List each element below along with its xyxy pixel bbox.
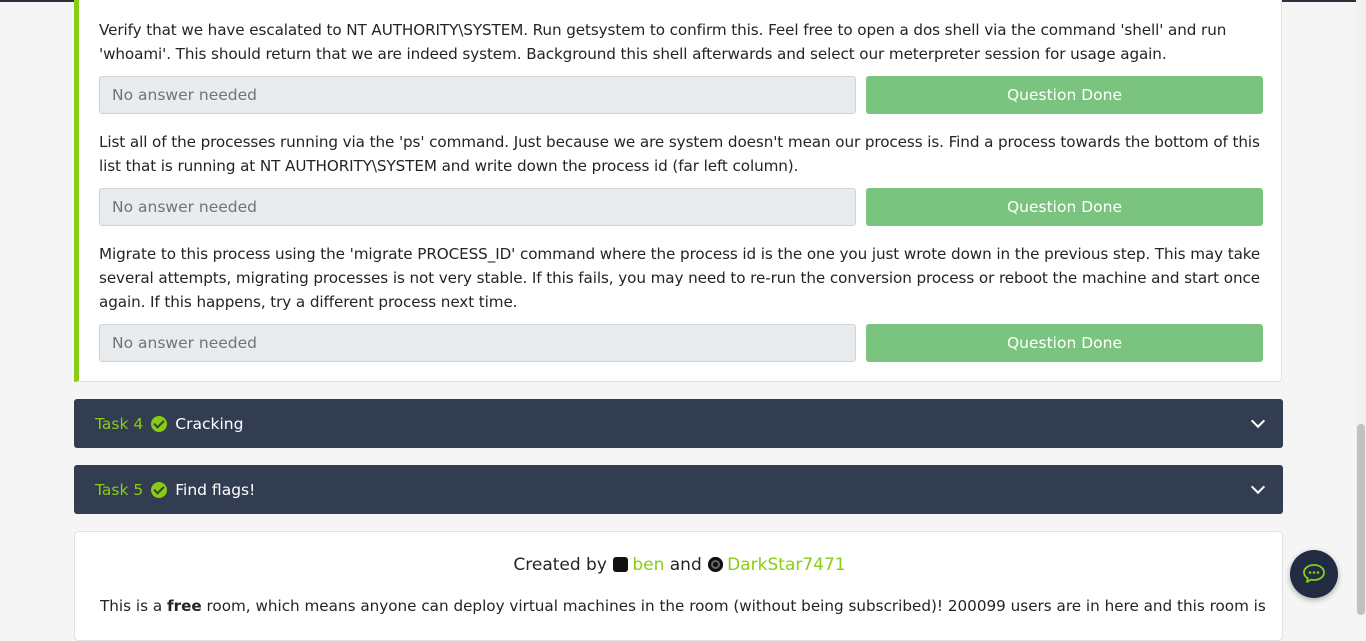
question-1-answer-input[interactable]	[99, 76, 856, 114]
question-2-text: List all of the processes running via th…	[99, 133, 1260, 175]
question-1-done-button[interactable]: Question Done	[866, 76, 1263, 114]
task-4-header[interactable]: Task 4 Cracking	[74, 399, 1283, 448]
author-1-avatar	[613, 557, 629, 572]
author-1-link[interactable]: ben	[632, 555, 664, 575]
question-1-text: Verify that we have escalated to NT AUTH…	[99, 21, 1227, 63]
credits-joiner: and	[669, 555, 702, 575]
task-5-header[interactable]: Task 5 Find flags!	[74, 465, 1283, 514]
task-5-number: Task 5	[95, 480, 144, 499]
task-5-title: Find flags!	[175, 480, 256, 499]
question-2-answer-input[interactable]	[99, 188, 856, 226]
check-circle-icon	[151, 481, 168, 498]
room-info-free: free	[166, 597, 202, 615]
check-circle-icon	[151, 415, 168, 432]
task-4-title: Cracking	[175, 414, 244, 433]
credits-prefix: Created by	[513, 555, 607, 575]
author-2-avatar	[708, 557, 724, 572]
question-3-answer-input[interactable]	[99, 324, 856, 362]
room-credits-card: Created by ben and DarkStar7471 This is …	[74, 531, 1283, 641]
author-2-link[interactable]: DarkStar7471	[727, 555, 845, 575]
task-4-number: Task 4	[95, 414, 144, 433]
chevron-down-icon[interactable]	[1250, 479, 1266, 495]
chat-support-button[interactable]	[1290, 550, 1338, 598]
question-3-done-button[interactable]: Question Done	[866, 324, 1263, 362]
chat-bubble-icon	[1303, 564, 1325, 583]
credits-line: Created by ben and DarkStar7471	[75, 555, 1284, 575]
question-2-done-button[interactable]: Question Done	[866, 188, 1263, 226]
room-info-suffix: room, which means anyone can deploy virt…	[201, 597, 1270, 615]
page-scrollbar-thumb[interactable]	[1357, 424, 1365, 615]
question-3-text: Migrate to this process using the 'migra…	[99, 245, 1261, 311]
room-info-prefix: This is a	[100, 597, 167, 615]
chevron-down-icon[interactable]	[1250, 413, 1266, 429]
room-info-text: This is a free room, which means anyone …	[100, 597, 1270, 615]
